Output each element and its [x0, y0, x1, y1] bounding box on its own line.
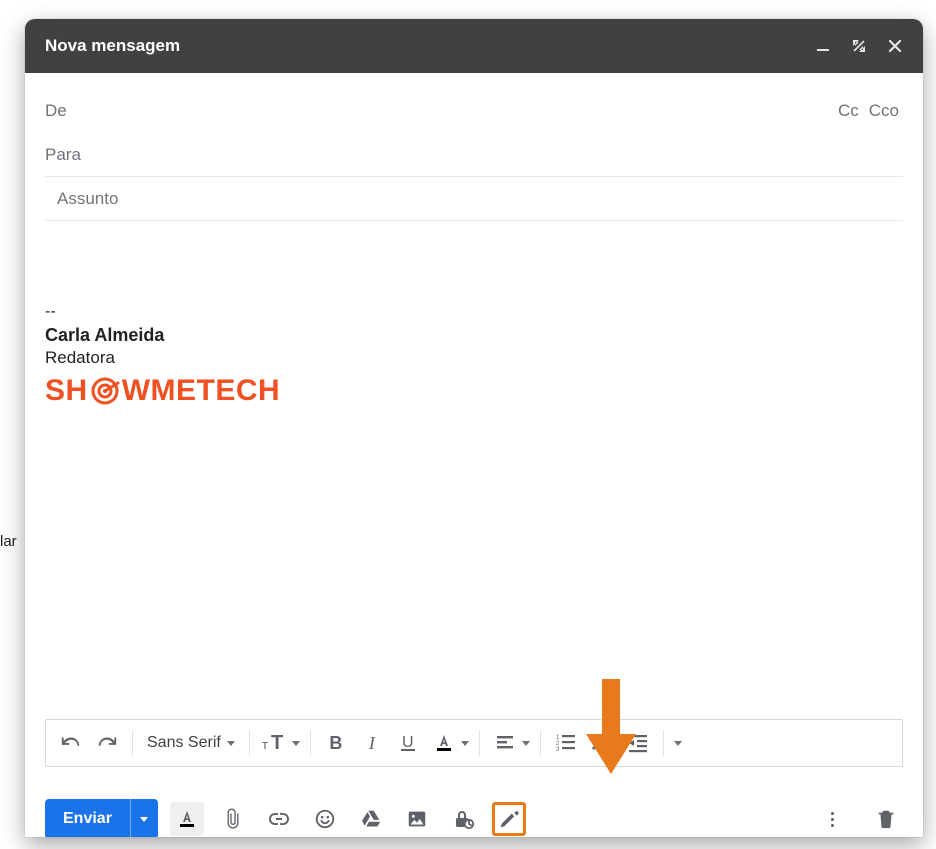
svg-text:т: т: [262, 737, 268, 752]
insert-link-button[interactable]: [262, 802, 296, 836]
insert-signature-button[interactable]: [492, 802, 526, 836]
trash-icon: [875, 808, 897, 830]
separator: [540, 730, 541, 756]
chevron-down-icon[interactable]: [461, 741, 469, 746]
discard-draft-button[interactable]: [869, 802, 903, 836]
chevron-down-icon[interactable]: [292, 741, 300, 746]
signature-role: Redatora: [45, 348, 903, 368]
to-input[interactable]: [91, 144, 903, 166]
to-row[interactable]: Para: [45, 133, 903, 177]
compose-actions: Enviar: [45, 794, 903, 837]
send-button[interactable]: Enviar: [45, 799, 130, 837]
redo-button[interactable]: [92, 728, 122, 758]
pen-icon: [498, 808, 520, 830]
logo-mark-icon: [90, 376, 120, 406]
signature-separator: --: [45, 303, 903, 321]
undo-button[interactable]: [56, 728, 86, 758]
svg-text:3: 3: [556, 747, 560, 753]
separator: [249, 730, 250, 756]
attach-button[interactable]: [216, 802, 250, 836]
subject-row[interactable]: [45, 177, 903, 221]
bold-button[interactable]: B: [321, 728, 351, 758]
more-options-button[interactable]: [815, 802, 849, 836]
from-row[interactable]: De Cc Cco: [45, 89, 903, 133]
to-label: Para: [45, 145, 81, 165]
italic-button[interactable]: I: [357, 728, 387, 758]
chevron-down-icon: [140, 817, 148, 822]
separator: [132, 730, 133, 756]
from-label: De: [45, 101, 67, 121]
font-family-label: Sans Serif: [147, 734, 221, 752]
separator: [479, 730, 480, 756]
align-button[interactable]: [490, 728, 520, 758]
underline-button[interactable]: U: [393, 728, 423, 758]
chevron-down-icon: [227, 741, 235, 746]
more-formatting-button[interactable]: [674, 741, 682, 746]
formatting-options-button[interactable]: [170, 802, 204, 836]
insert-photo-button[interactable]: [400, 802, 434, 836]
subject-input[interactable]: [55, 188, 903, 210]
close-icon[interactable]: [887, 38, 903, 54]
send-button-group: Enviar: [45, 799, 158, 837]
font-family-select[interactable]: Sans Serif: [143, 734, 239, 752]
window-title: Nova mensagem: [45, 36, 180, 56]
bulleted-list-button[interactable]: [587, 728, 617, 758]
font-size-button[interactable]: тT: [260, 728, 290, 758]
send-options-button[interactable]: [130, 799, 158, 837]
indent-decrease-button[interactable]: [623, 728, 653, 758]
compose-fields: De Cc Cco Para: [25, 73, 923, 221]
numbered-list-button[interactable]: 123: [551, 728, 581, 758]
logo-suffix: WMETECH: [122, 374, 280, 408]
stray-text: lar: [0, 533, 17, 550]
signature-name: Carla Almeida: [45, 325, 903, 346]
svg-text:T: T: [271, 732, 283, 754]
titlebar: Nova mensagem: [25, 19, 923, 73]
confidential-mode-button[interactable]: [446, 802, 480, 836]
cc-button[interactable]: Cc: [838, 101, 859, 121]
expand-icon[interactable]: [851, 38, 867, 54]
minimize-icon[interactable]: [815, 38, 831, 54]
window-controls: [815, 38, 903, 54]
compose-body[interactable]: -- Carla Almeida Redatora SH WMETECH: [25, 221, 923, 621]
compose-window: Nova mensagem De Cc Cco: [25, 19, 923, 837]
insert-emoji-button[interactable]: [308, 802, 342, 836]
insert-drive-button[interactable]: [354, 802, 388, 836]
chevron-down-icon[interactable]: [522, 741, 530, 746]
formatting-toolbar: Sans Serif тT B I U: [45, 719, 903, 767]
text-color-button[interactable]: [429, 728, 459, 758]
cco-button[interactable]: Cco: [869, 101, 899, 121]
separator: [663, 730, 664, 756]
signature-logo: SH WMETECH: [45, 374, 903, 408]
logo-prefix: SH: [45, 374, 88, 408]
more-vertical-icon: [831, 812, 834, 827]
svg-text:U: U: [402, 734, 414, 751]
separator: [310, 730, 311, 756]
